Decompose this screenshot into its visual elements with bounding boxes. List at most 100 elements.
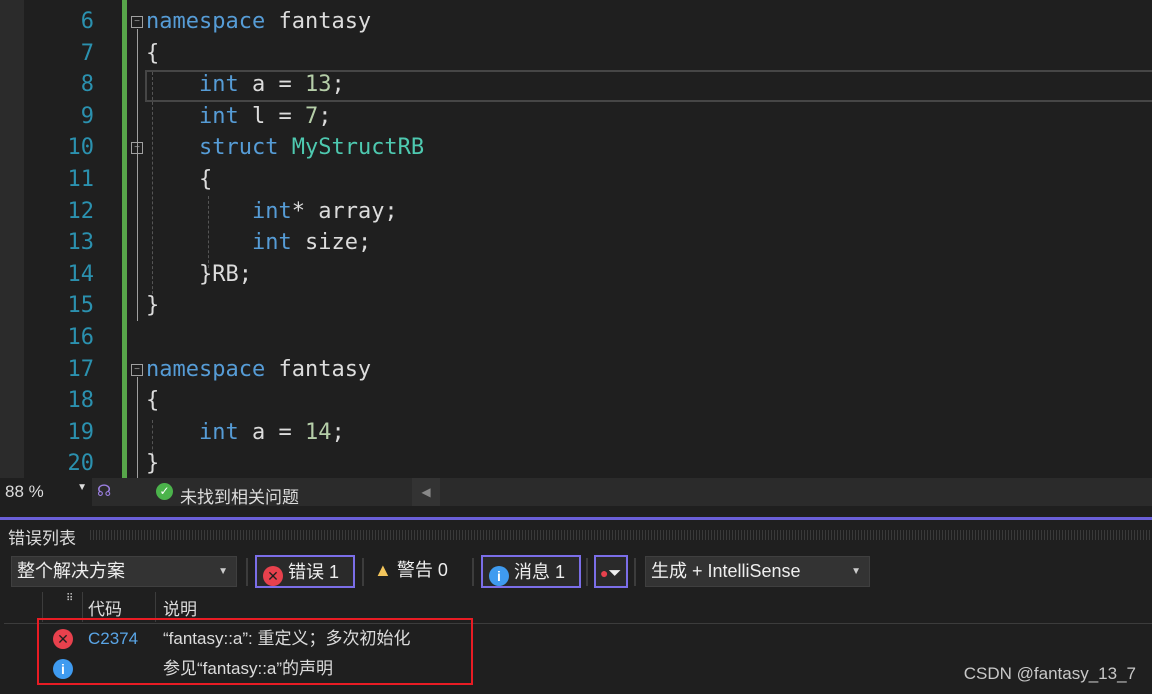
filter-button[interactable]: ●⏷ bbox=[594, 555, 628, 588]
line-number: 7 bbox=[80, 40, 94, 66]
code-token: ; bbox=[318, 103, 332, 129]
warnings-label: 警告 0 bbox=[396, 560, 448, 580]
code-token: fantasy bbox=[265, 9, 372, 34]
line-number: 11 bbox=[67, 167, 95, 192]
code-token: a = bbox=[238, 419, 305, 445]
line-number: 16 bbox=[67, 325, 95, 350]
code-line[interactable]: 18 { bbox=[0, 385, 1152, 417]
code-text: { bbox=[146, 38, 159, 70]
code-token: ; bbox=[331, 419, 345, 445]
code-line[interactable]: 7{ bbox=[0, 38, 1152, 70]
source-dropdown[interactable]: 生成 + IntelliSense ▼ bbox=[645, 556, 870, 587]
scope-dropdown[interactable]: 整个解决方案 ▼ bbox=[11, 556, 237, 587]
divider bbox=[586, 558, 588, 586]
code-token: ; bbox=[331, 72, 345, 98]
code-token: int bbox=[198, 419, 239, 445]
code-token: int bbox=[198, 72, 239, 98]
code-token: 13 bbox=[304, 72, 332, 98]
scroll-left-icon[interactable]: ◀ bbox=[412, 478, 440, 506]
line-number: 18 bbox=[67, 388, 95, 414]
code-line[interactable]: 14 }RB; bbox=[0, 259, 1152, 291]
code-token: int bbox=[198, 103, 239, 129]
zoom-dropdown[interactable]: 88 % ▼ bbox=[0, 478, 92, 506]
column-header-description[interactable]: 说明 bbox=[163, 595, 197, 620]
info-icon: i bbox=[489, 566, 509, 586]
code-text: int a = 14; bbox=[146, 417, 345, 449]
annotation-highlight-box bbox=[37, 618, 473, 685]
line-number: 17 bbox=[67, 356, 95, 382]
watermark: CSDN @fantasy_13_7 bbox=[963, 664, 1136, 683]
messages-label: 消息 1 bbox=[514, 562, 566, 582]
line-number: 19 bbox=[67, 419, 95, 445]
scope-value: 整个解决方案 bbox=[17, 561, 125, 581]
code-token: namespace bbox=[146, 9, 266, 34]
code-token: } bbox=[146, 451, 160, 477]
code-text: namespace fantasy bbox=[146, 354, 371, 386]
divider bbox=[634, 558, 636, 586]
code-editor[interactable]: − − − 6 namespace fantasy 7{8 int a = 13; 9… bbox=[0, 0, 1152, 478]
code-line[interactable]: 8 int a = 13; bbox=[0, 69, 1152, 101]
line-number: 14 bbox=[67, 261, 95, 287]
line-number: 15 bbox=[67, 293, 95, 319]
code-token: { bbox=[146, 388, 160, 414]
code-token: int bbox=[251, 198, 292, 224]
line-number: 13 bbox=[67, 230, 95, 256]
code-line[interactable]: 16 bbox=[0, 322, 1152, 354]
chevron-down-icon: ▼ bbox=[77, 482, 87, 493]
chevron-down-icon: ▼ bbox=[851, 566, 861, 577]
line-number: 10 bbox=[67, 135, 95, 161]
code-line[interactable]: 13 int size; bbox=[0, 227, 1152, 259]
intellicode-icon[interactable]: ☊ bbox=[97, 481, 111, 501]
code-token: MyStructRB bbox=[291, 135, 425, 161]
code-line[interactable]: 15} bbox=[0, 290, 1152, 322]
code-text: int* array; bbox=[146, 196, 398, 228]
line-number: 6 bbox=[80, 9, 94, 34]
line-number: 20 bbox=[67, 451, 95, 477]
panel-title[interactable]: 错误列表 bbox=[8, 524, 76, 549]
code-token: } bbox=[146, 293, 160, 319]
code-token: 7 bbox=[304, 103, 319, 129]
column-options-icon[interactable]: ⠿ bbox=[66, 593, 73, 604]
errors-filter-button[interactable]: ✕ 错误 1 bbox=[255, 555, 355, 588]
code-token: l = bbox=[238, 103, 305, 129]
code-line[interactable]: 17 namespace fantasy bbox=[0, 354, 1152, 386]
issues-status[interactable]: 未找到相关问题 bbox=[180, 483, 299, 508]
code-text: namespace fantasy bbox=[146, 6, 371, 38]
code-line[interactable]: 11 { bbox=[0, 164, 1152, 196]
editor-status-bar: 88 % ▼ ☊ ✓ 未找到相关问题 ◀ bbox=[0, 478, 1152, 508]
code-line[interactable]: 12 int* array; bbox=[0, 196, 1152, 228]
code-text: } bbox=[146, 448, 159, 478]
check-icon: ✓ bbox=[156, 483, 173, 500]
code-text: { bbox=[146, 164, 212, 196]
panel-drag-grip[interactable] bbox=[90, 530, 1152, 540]
code-line[interactable]: 20} bbox=[0, 448, 1152, 478]
warnings-filter-button[interactable]: ▲ 警告 0 bbox=[368, 555, 468, 588]
divider bbox=[246, 558, 248, 586]
code-text: int l = 7; bbox=[146, 101, 331, 133]
code-token: { bbox=[146, 167, 213, 192]
code-token: * array; bbox=[291, 198, 398, 224]
errors-label: 错误 1 bbox=[288, 562, 340, 582]
zoom-value: 88 % bbox=[5, 482, 44, 501]
code-token: struct bbox=[198, 135, 279, 161]
column-header-code[interactable]: 代码 bbox=[88, 595, 122, 620]
messages-filter-button[interactable]: i 消息 1 bbox=[481, 555, 581, 588]
line-number: 9 bbox=[80, 103, 94, 129]
warning-icon: ▲ bbox=[374, 560, 392, 580]
source-value: 生成 + IntelliSense bbox=[651, 561, 801, 581]
code-line[interactable]: 6 namespace fantasy bbox=[0, 6, 1152, 38]
code-line[interactable]: 10 struct MyStructRB bbox=[0, 132, 1152, 164]
code-line[interactable]: 19 int a = 14; bbox=[0, 417, 1152, 449]
code-token: int bbox=[251, 230, 292, 256]
code-line[interactable]: 9 int l = 7; bbox=[0, 101, 1152, 133]
code-text: } bbox=[146, 290, 159, 322]
code-token: size; bbox=[291, 230, 372, 256]
error-icon: ✕ bbox=[263, 566, 283, 586]
